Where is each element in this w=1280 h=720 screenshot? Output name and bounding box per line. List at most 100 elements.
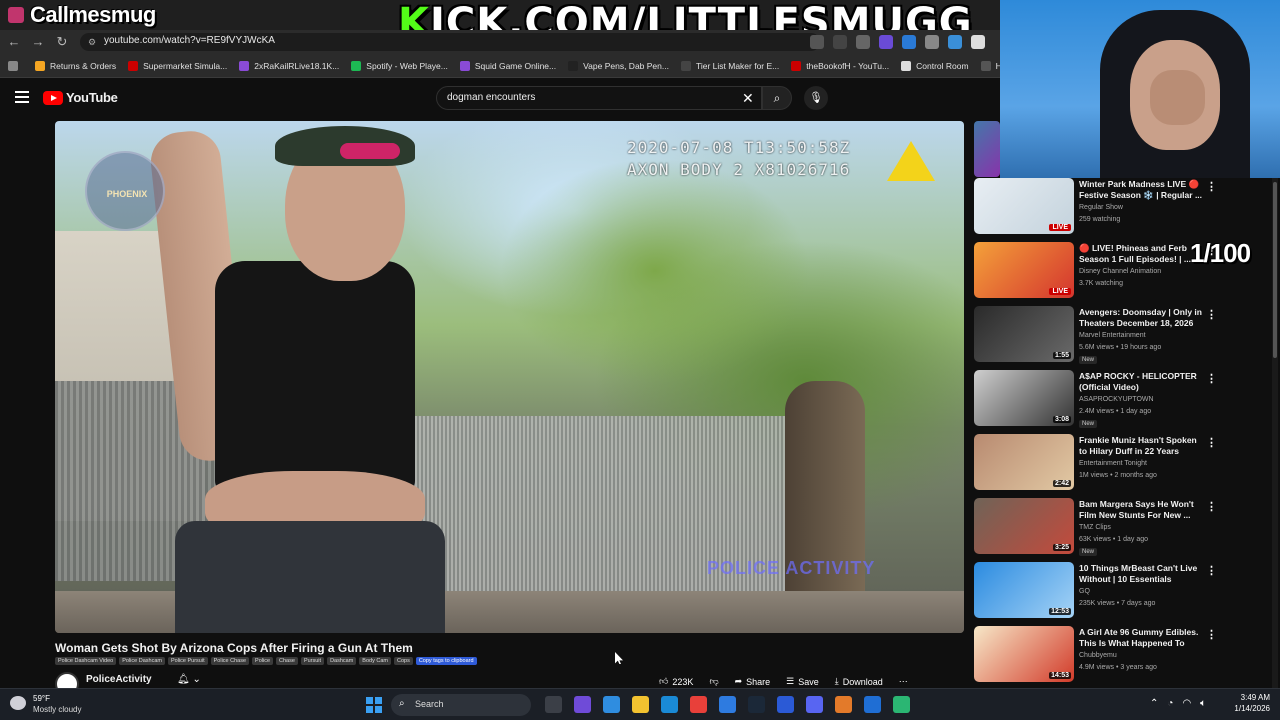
taskbar-app-icon[interactable] — [893, 696, 910, 713]
taskbar-app-icon[interactable] — [574, 696, 591, 713]
extension-icon[interactable] — [948, 35, 962, 49]
forward-icon[interactable]: → — [30, 34, 46, 50]
recommendation-title[interactable]: A$AP ROCKY - HELICOPTER (Official Video) — [1079, 371, 1207, 393]
extension-icon[interactable] — [925, 35, 939, 49]
recommendation-title[interactable]: Frankie Muniz Hasn't Spoken to Hilary Du… — [1079, 435, 1207, 457]
clear-search-icon[interactable]: ✕ — [742, 90, 754, 107]
tag-chip[interactable]: Cops — [393, 657, 413, 665]
apps-grid-icon[interactable] — [8, 60, 23, 71]
url-field[interactable]: ⚙ youtube.com/watch?v=RE9fVYJWcKA — [80, 33, 820, 51]
download-button[interactable]: ⤓ Download — [835, 676, 883, 687]
share-button[interactable]: ➦ Share — [735, 676, 771, 687]
volume-icon[interactable]: 🔈︎ — [1200, 698, 1206, 709]
bookmark-item[interactable]: Vape Pens, Dab Pen... — [568, 60, 669, 71]
recommendation-thumbnail[interactable]: 3:08 — [974, 370, 1074, 426]
recommendation-title[interactable]: Bam Margera Says He Won't Film New Stunt… — [1079, 499, 1207, 521]
taskbar-app-icon[interactable] — [545, 696, 562, 713]
tag-chip[interactable]: Police — [252, 657, 274, 665]
page-scrollbar[interactable] — [1272, 178, 1278, 688]
recommendation-item[interactable]: LIVE Winter Park Madness LIVE 🔴 Festive S… — [974, 178, 1270, 238]
more-options-icon[interactable]: ⋮ — [1206, 500, 1217, 513]
taskbar-app-icon[interactable] — [632, 696, 649, 713]
search-input[interactable]: dogman encounters ✕ — [436, 86, 762, 110]
extension-icon[interactable] — [971, 35, 985, 49]
recommendation-thumbnail[interactable]: 14:53 — [974, 626, 1074, 682]
bookmark-item[interactable]: theBookofH - YouTu... — [791, 60, 889, 71]
extension-icon[interactable] — [902, 35, 916, 49]
bookmark-item[interactable]: Squid Game Online... — [459, 60, 556, 71]
url-text[interactable]: youtube.com/watch?v=RE9fVYJWcKA — [104, 35, 275, 46]
taskbar-search[interactable]: ⌕ Search — [391, 694, 531, 716]
recommendation-item[interactable]: 2:42 Frankie Muniz Hasn't Spoken to Hilar… — [974, 434, 1270, 494]
extension-icon[interactable] — [856, 35, 870, 49]
recommendation-channel[interactable]: Entertainment Tonight — [1079, 460, 1147, 467]
recommendation-thumbnail[interactable] — [974, 121, 1000, 177]
more-options-icon[interactable]: ⋮ — [1206, 564, 1217, 577]
taskbar-app-icon[interactable] — [690, 696, 707, 713]
taskbar-app-icon[interactable] — [719, 696, 736, 713]
recommendation-channel[interactable]: Regular Show — [1079, 204, 1123, 211]
recommendation-channel[interactable]: Disney Channel Animation — [1079, 268, 1161, 275]
recommendation-channel[interactable]: GQ — [1079, 588, 1090, 595]
search-button[interactable]: ⌕ — [762, 86, 792, 110]
extension-icon[interactable] — [810, 35, 824, 49]
taskbar-app-icon[interactable] — [806, 696, 823, 713]
bookmark-item[interactable]: Returns & Orders — [35, 60, 116, 71]
extension-icon[interactable] — [879, 35, 893, 49]
recommendation-thumbnail[interactable]: 3:25 — [974, 498, 1074, 554]
more-actions-icon[interactable]: ⋯ — [899, 676, 908, 687]
tag-chip[interactable]: Body Cam — [359, 657, 391, 665]
bookmark-item[interactable]: Tier List Maker for E... — [680, 60, 779, 71]
recommendation-channel[interactable]: ASAPROCKYUPTOWN — [1079, 396, 1154, 403]
search-value[interactable]: dogman encounters — [447, 92, 535, 103]
recommendation-item[interactable]: 1:55 Avengers: Doomsday | Only in Theater… — [974, 306, 1270, 366]
extension-icon[interactable] — [833, 35, 847, 49]
taskbar-app-icon[interactable] — [603, 696, 620, 713]
taskbar-app-icon[interactable] — [835, 696, 852, 713]
back-icon[interactable]: ← — [6, 34, 22, 50]
taskbar-clock[interactable]: 3:49 AM 1/14/2026 — [1226, 693, 1270, 713]
recommendation-title[interactable]: A Girl Ate 96 Gummy Edibles. This Is Wha… — [1079, 627, 1207, 649]
tag-chip[interactable]: Police Chase — [210, 657, 250, 665]
more-options-icon[interactable]: ⋮ — [1206, 436, 1217, 449]
tag-chip[interactable]: Pursuit — [300, 657, 325, 665]
recommendation-item[interactable]: 3:25 Bam Margera Says He Won't Film New S… — [974, 498, 1270, 558]
tab-favicon-icon[interactable] — [8, 7, 24, 23]
recommendation-thumbnail[interactable]: 2:42 — [974, 434, 1074, 490]
taskbar-app-icon[interactable] — [864, 696, 881, 713]
site-info-icon[interactable]: ⚙ — [88, 37, 98, 47]
recommendation-channel[interactable]: TMZ Clips — [1079, 524, 1111, 531]
recommendation-title[interactable]: 10 Things MrBeast Can't Live Without | 1… — [1079, 563, 1207, 585]
tag-chip[interactable]: Chase — [276, 657, 298, 665]
tag-chip[interactable]: Police Dashcam — [119, 657, 165, 665]
bookmark-item[interactable]: 2xRaKailRLive18.1K... — [239, 60, 339, 71]
windows-start-icon[interactable] — [366, 697, 382, 713]
more-options-icon[interactable]: ⋮ — [1206, 308, 1217, 321]
bookmark-item[interactable]: Spotify - Web Playe... — [351, 60, 448, 71]
recommendation-item[interactable]: 12:53 10 Things MrBeast Can't Live Withou… — [974, 562, 1270, 622]
tag-chip[interactable]: Police Dashcam Video — [55, 657, 117, 665]
recommendation-thumbnail[interactable]: LIVE — [974, 178, 1074, 234]
more-options-icon[interactable]: ⋮ — [1206, 372, 1217, 385]
reload-icon[interactable]: ↻ — [54, 34, 70, 50]
recommendation-thumbnail[interactable]: LIVE — [974, 242, 1074, 298]
recommendation-channel[interactable]: Marvel Entertainment — [1079, 332, 1146, 339]
video-player[interactable]: PHOENIX 2020-07-08 T13:50:58Z AXON BODY … — [55, 121, 964, 633]
tag-chip[interactable]: Dashcam — [327, 657, 357, 665]
menu-icon[interactable] — [15, 91, 29, 103]
recommendation-title[interactable]: Avengers: Doomsday | Only in Theaters De… — [1079, 307, 1207, 329]
taskbar-app-icon[interactable] — [661, 696, 678, 713]
more-options-icon[interactable]: ⋮ — [1206, 180, 1217, 193]
recommendation-thumbnail[interactable]: 12:53 — [974, 562, 1074, 618]
voice-search-button[interactable]: 🎙 — [804, 86, 828, 110]
recommendation-title[interactable]: 🔴 LIVE! Phineas and Ferb Season 1 Full E… — [1079, 243, 1207, 265]
taskbar-app-icon[interactable] — [777, 696, 794, 713]
network-icon[interactable]: ◔ — [1167, 698, 1173, 709]
recommendation-title[interactable]: Winter Park Madness LIVE 🔴 Festive Seaso… — [1079, 179, 1207, 201]
recommendation-channel[interactable]: Chubbyemu — [1079, 652, 1117, 659]
notification-bell-icon[interactable]: 🔔︎ ⌄ — [177, 674, 201, 685]
channel-name[interactable]: PoliceActivity — [86, 674, 152, 685]
dislike-button[interactable]: 👎︎ — [709, 676, 718, 687]
taskbar-app-icon[interactable] — [748, 696, 765, 713]
save-button[interactable]: ☰ Save — [786, 676, 819, 687]
